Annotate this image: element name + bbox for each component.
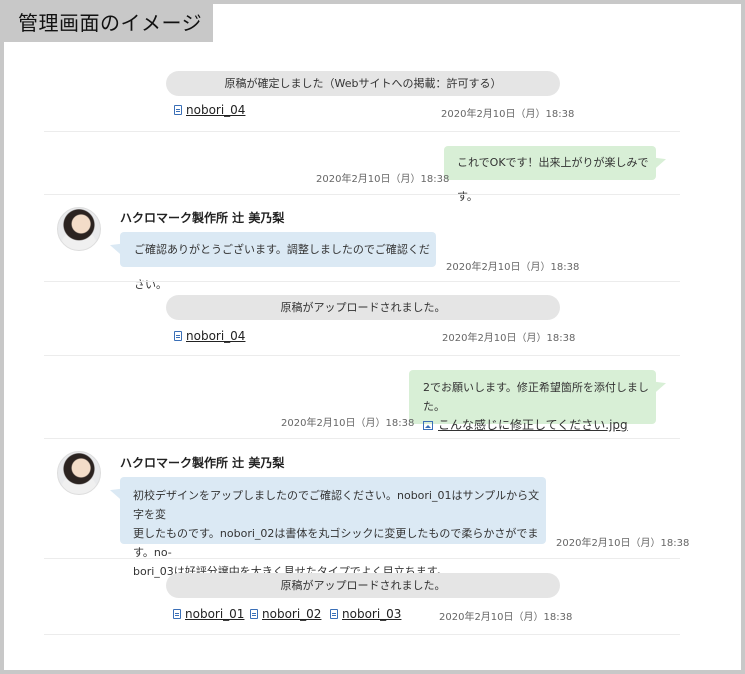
message-bubble-other: ご確認ありがとうございます。調整しましたのでご確認ください。 xyxy=(120,232,436,291)
divider xyxy=(44,131,680,132)
divider xyxy=(44,634,680,635)
file-name: nobori_02 xyxy=(262,607,322,621)
file-link[interactable]: nobori_03 xyxy=(330,607,401,621)
file-link[interactable]: nobori_01 xyxy=(173,607,244,621)
timestamp: 2020年2月10日（月）18:38 xyxy=(441,109,575,120)
message-bubble-own: 2でお願いします。修正希望箇所を添付しました。 こんな感じに修正してください.j… xyxy=(409,370,656,432)
file-name: nobori_01 xyxy=(185,607,245,621)
file-name: nobori_04 xyxy=(186,103,246,117)
divider xyxy=(44,281,680,282)
system-message: 原稿がアップロードされました。 xyxy=(166,573,560,598)
document-icon xyxy=(330,609,338,619)
divider xyxy=(44,558,680,559)
divider xyxy=(44,438,680,439)
timestamp: 2020年2月10日（月）18:38 xyxy=(446,262,580,273)
timestamp: 2020年2月10日（月）18:38 xyxy=(442,333,576,344)
message-line: 更したものです。nobori_02は書体を丸ゴシックに変更したもので柔らかさがで… xyxy=(133,527,539,559)
page-title: 管理画面のイメージ xyxy=(4,4,213,42)
file-name: nobori_03 xyxy=(342,607,402,621)
attachment-link[interactable]: こんな感じに修正してください.jpg xyxy=(423,416,656,435)
file-name: nobori_04 xyxy=(186,329,246,343)
image-icon xyxy=(423,421,433,430)
system-message: 原稿が確定しました（Webサイトへの掲載：許可する） xyxy=(166,71,560,96)
timestamp: 2020年2月10日（月）18:38 xyxy=(439,612,573,623)
file-link[interactable]: nobori_04 xyxy=(174,103,245,117)
timestamp: 2020年2月10日（月）18:38 xyxy=(316,174,450,185)
timestamp: 2020年2月10日（月）18:38 xyxy=(281,418,415,429)
avatar xyxy=(57,207,101,251)
document-icon xyxy=(174,331,182,341)
system-message: 原稿がアップロードされました。 xyxy=(166,295,560,320)
avatar xyxy=(57,451,101,495)
sender-name: ハクロマーク製作所 辻 美乃梨 xyxy=(120,456,285,470)
message-text: 2でお願いします。修正希望箇所を添付しました。 xyxy=(423,381,649,413)
file-link[interactable]: nobori_02 xyxy=(250,607,321,621)
divider xyxy=(44,194,680,195)
document-icon xyxy=(250,609,258,619)
message-bubble-other: 初校デザインをアップしましたのでご確認ください。nobori_01はサンプルから… xyxy=(120,477,546,578)
divider xyxy=(44,355,680,356)
message-bubble-own: これでOKです！出来上がりが楽しみです。 xyxy=(444,146,656,203)
sender-name: ハクロマーク製作所 辻 美乃梨 xyxy=(120,211,285,225)
file-link[interactable]: nobori_04 xyxy=(174,329,245,343)
attachment-name: こんな感じに修正してください.jpg xyxy=(438,418,628,432)
document-icon xyxy=(174,105,182,115)
timestamp: 2020年2月10日（月）18:38 xyxy=(556,538,690,549)
message-line: 初校デザインをアップしましたのでご確認ください。nobori_01はサンプルから… xyxy=(133,489,540,521)
document-icon xyxy=(173,609,181,619)
